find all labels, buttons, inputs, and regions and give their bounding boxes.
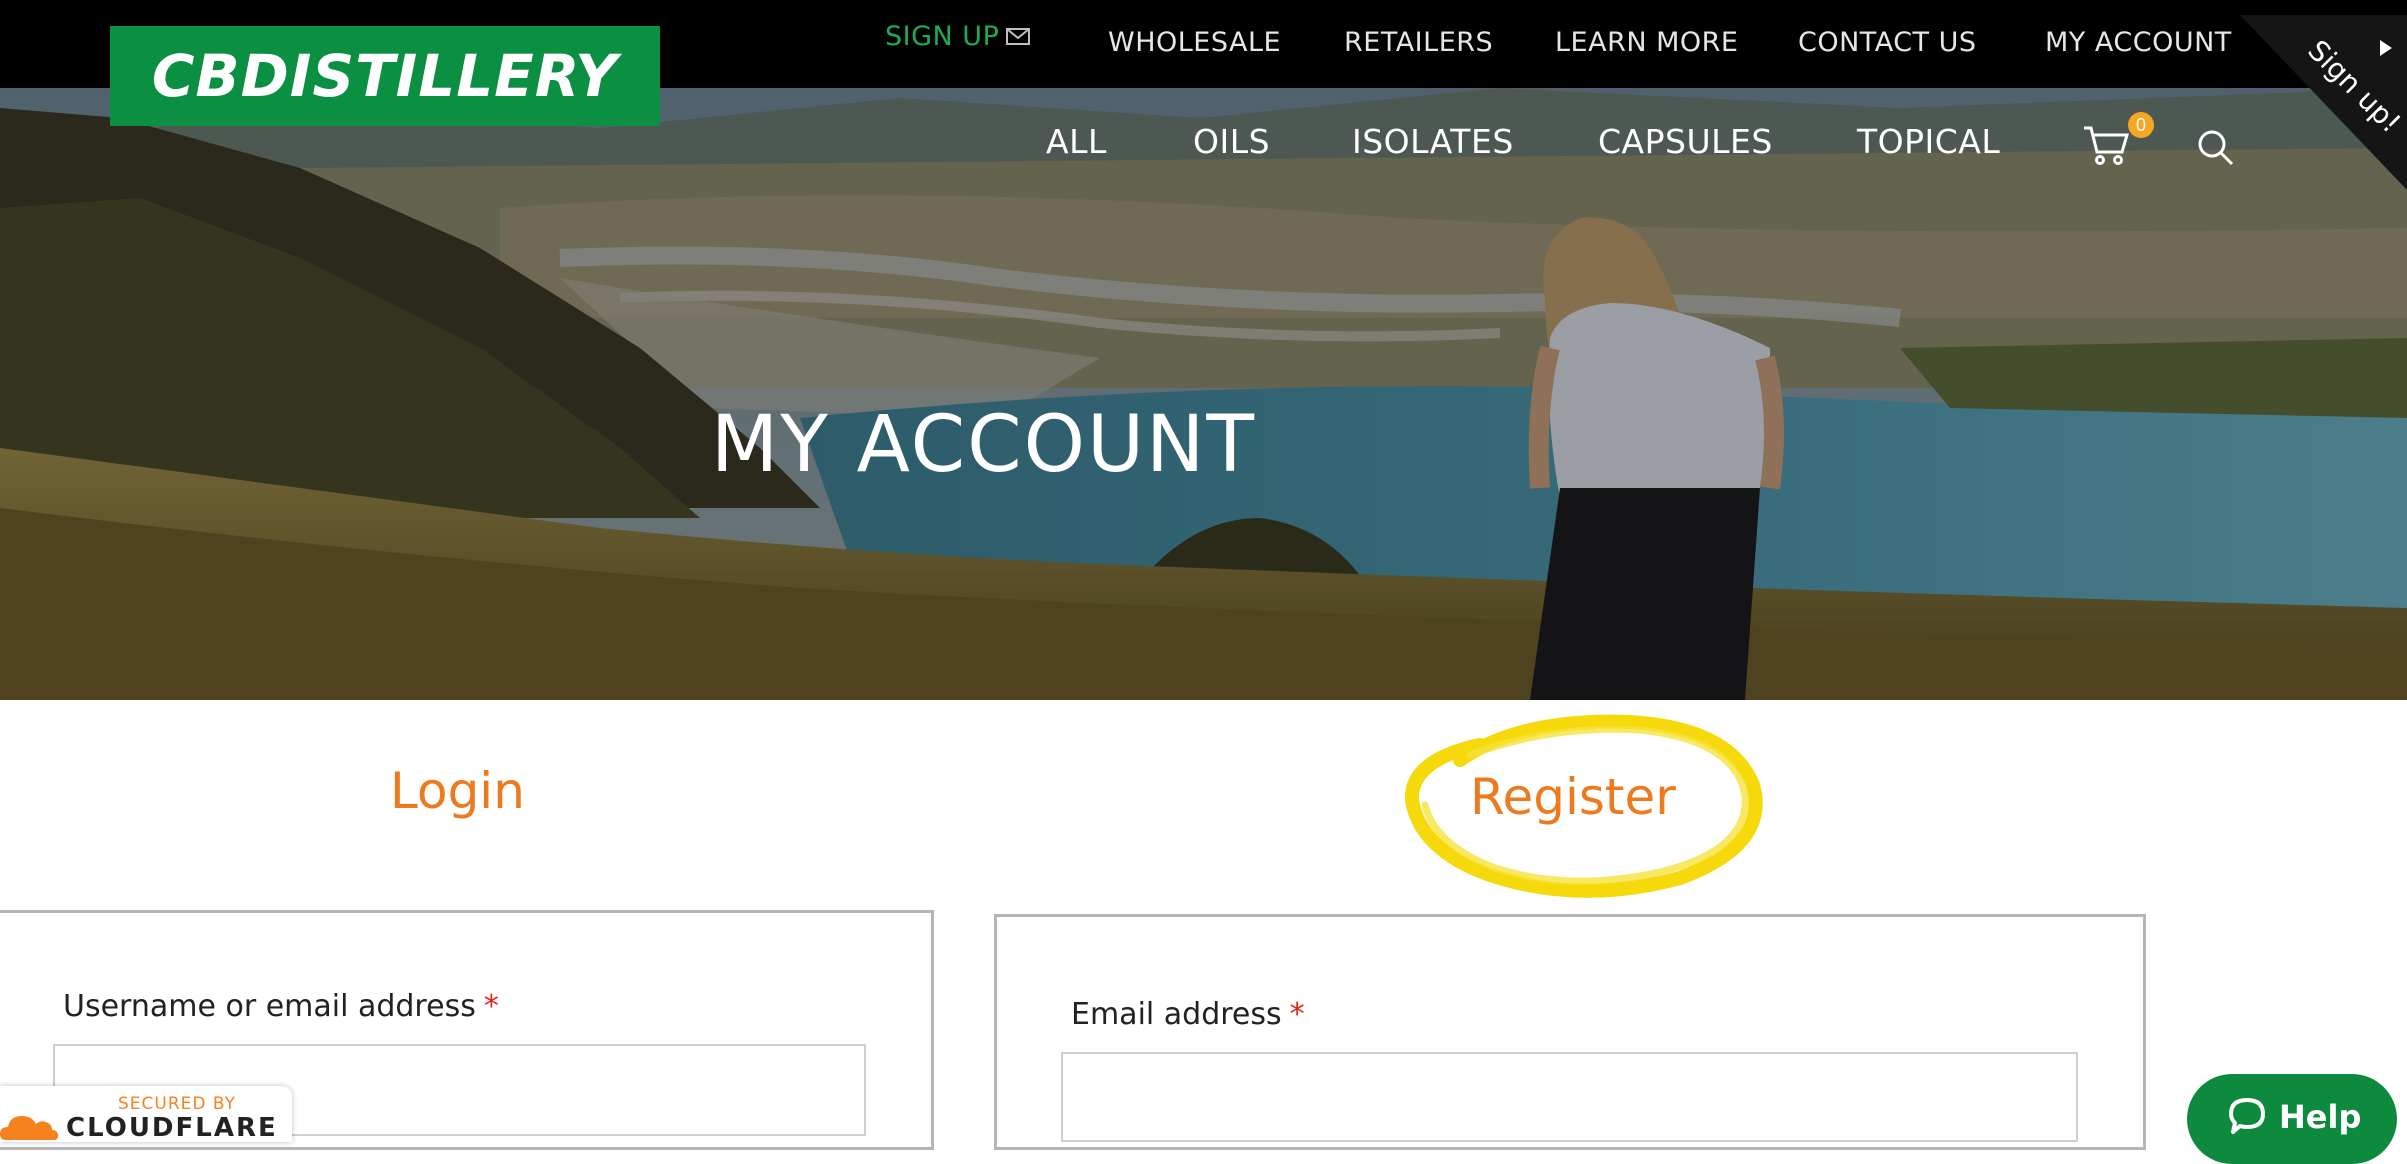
cloudflare-badge[interactable]: SECURED BY CLOUDFLARE [0, 1086, 292, 1143]
site-logo[interactable]: CBDISTILLERY [110, 26, 660, 126]
cart-icon[interactable] [2082, 124, 2130, 171]
mail-icon[interactable] [1006, 28, 1030, 45]
register-heading[interactable]: Register [1470, 762, 1676, 832]
page-title: MY ACCOUNT [710, 400, 1257, 490]
nav-my-account[interactable]: MY ACCOUNT [2045, 26, 2232, 60]
required-mark: * [1289, 997, 1305, 1032]
required-mark: * [483, 989, 499, 1024]
logo-text: CBDISTILLERY [151, 42, 619, 110]
category-oils[interactable]: OILS [1193, 122, 1270, 162]
nav-contact-us[interactable]: CONTACT US [1798, 26, 1977, 60]
category-isolates[interactable]: ISOLATES [1352, 122, 1514, 162]
help-label: Help [2279, 1098, 2362, 1136]
cloudflare-secured-text: SECURED BY [118, 1094, 237, 1114]
cloudflare-name: CLOUDFLARE [66, 1113, 278, 1143]
signup-link[interactable]: SIGN UP [885, 20, 999, 54]
category-topical[interactable]: TOPICAL [1857, 122, 2000, 162]
category-capsules[interactable]: CAPSULES [1598, 122, 1773, 162]
cart-count-badge: 0 [2128, 112, 2154, 138]
nav-retailers[interactable]: RETAILERS [1344, 26, 1493, 60]
cloud-icon [0, 1116, 58, 1140]
hero-landscape-image [0, 88, 2407, 700]
register-form: Email address * [994, 914, 2146, 1150]
email-input[interactable] [1061, 1052, 2078, 1142]
nav-learn-more[interactable]: LEARN MORE [1555, 26, 1738, 60]
chat-bubble-icon [2229, 1098, 2265, 1134]
nav-wholesale[interactable]: WHOLESALE [1108, 26, 1281, 60]
help-button[interactable]: Help [2187, 1074, 2397, 1164]
username-label: Username or email address * [63, 989, 499, 1024]
login-heading: Login [390, 762, 525, 820]
email-label: Email address * [1071, 997, 1305, 1032]
hero-banner [0, 88, 2407, 700]
category-all[interactable]: ALL [1046, 122, 1107, 162]
